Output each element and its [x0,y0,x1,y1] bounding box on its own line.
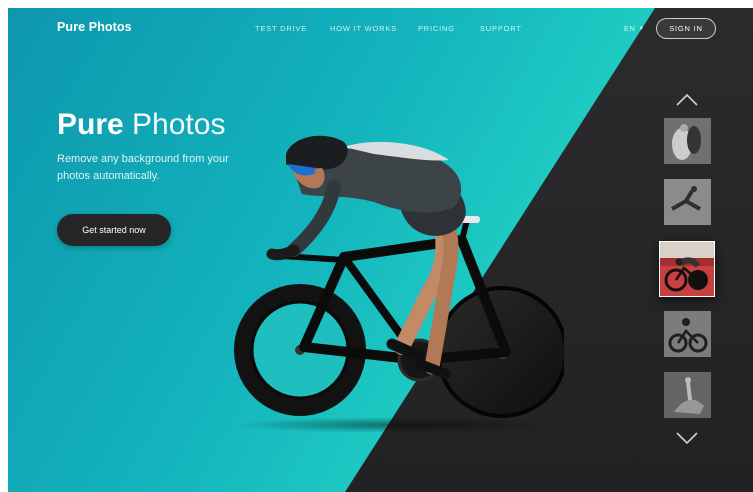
thumbnail-wedding-couple[interactable] [664,118,711,164]
cyclist-image [234,135,564,432]
brand-logo[interactable]: Pure Photos [57,20,132,34]
sign-in-button[interactable]: SIGN IN [656,18,716,39]
cyclist-thumbnail-image [660,242,714,296]
dancer-thumbnail-image [664,372,711,418]
hero-subtitle: Remove any background from your photos a… [57,153,229,182]
nav-link-how-it-works[interactable]: HOW IT WORKS [330,24,397,33]
caret-down-icon: ▼ [638,25,645,32]
runner-thumbnail-image [664,179,711,225]
chevron-down-icon[interactable] [675,431,699,445]
nav-link-test-drive[interactable]: TEST DRIVE [255,24,307,33]
thumbnail-cyclist[interactable] [659,241,715,297]
hero-title-light: Photos [132,108,226,141]
page-frame: Pure Photos TEST DRIVE HOW IT WORKS PRIC… [8,8,753,492]
language-label: EN [624,24,636,33]
nav-link-pricing[interactable]: PRICING [418,24,455,33]
thumbnail-runner[interactable] [664,179,711,225]
thumbnail-dancer[interactable] [664,372,711,418]
hero-title-bold: Pure [57,108,124,141]
mountain-biker-thumbnail-image [664,311,711,357]
wedding-couple-thumbnail-image [664,118,711,164]
nav-link-support[interactable]: SUPPORT [480,24,522,33]
hero-title: Pure Photos [57,110,225,140]
language-selector[interactable]: EN ▼ [624,24,645,33]
thumbnail-mountain-biker[interactable] [664,311,711,357]
get-started-button[interactable]: Get started now [57,214,171,246]
chevron-up-icon[interactable] [675,93,699,107]
